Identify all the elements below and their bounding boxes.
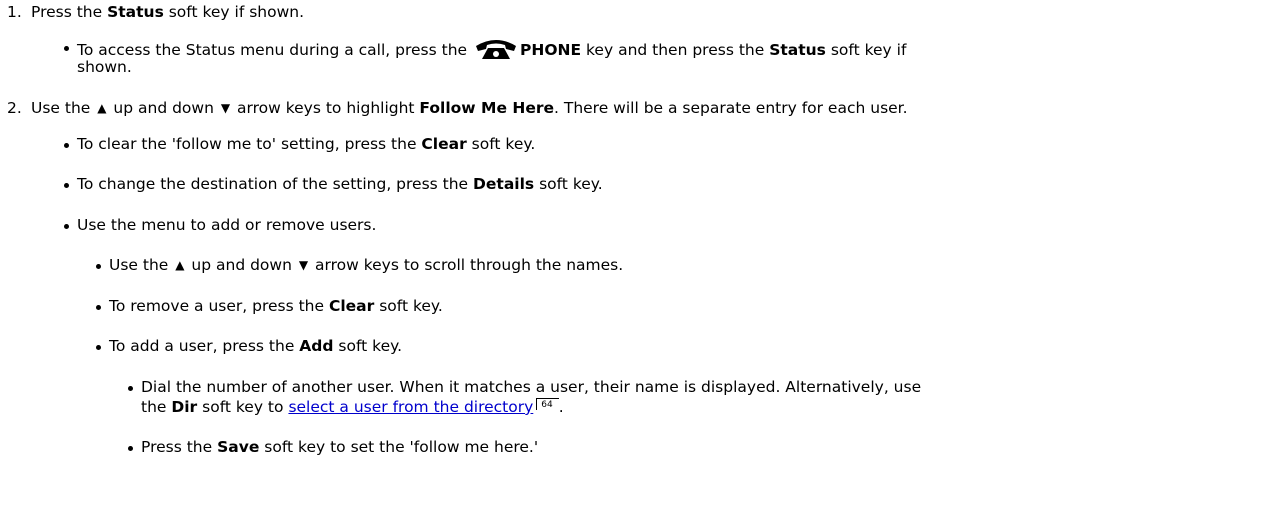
bullet [64, 224, 69, 229]
list-item: Use the ▲ up and down ▼ arrow keys to sc… [109, 256, 624, 274]
step-1-text: Press the Status soft key if shown. [31, 3, 305, 21]
list-item: Press the Save soft key to set the 'foll… [141, 438, 539, 456]
step-number: 2. [7, 99, 22, 117]
bullet [96, 264, 101, 269]
up-arrow-icon: ▲ [175, 258, 185, 272]
list-item: To add a user, press the Add soft key. [109, 337, 403, 355]
list-item: To change the destination of the setting… [77, 175, 603, 193]
phone-icon [474, 37, 518, 66]
bullet [96, 345, 101, 350]
list-item: Dial the number of another user. When it… [141, 378, 922, 396]
list-item: To access the Status menu during a call,… [77, 37, 906, 66]
bullet [64, 143, 69, 148]
down-arrow-icon: ▼ [220, 101, 231, 115]
list-item: Use the menu to add or remove users. [77, 216, 377, 234]
step-number: 1. [7, 3, 22, 21]
page-reference[interactable]: 64 [536, 398, 559, 410]
list-item-continuation: the Dir soft key to select a user from t… [141, 398, 564, 416]
up-arrow-icon: ▲ [97, 101, 107, 115]
list-item: To remove a user, press the Clear soft k… [109, 297, 443, 315]
step-2-text: Use the ▲ up and down ▼ arrow keys to hi… [31, 99, 908, 117]
list-item-continuation: shown. [77, 58, 132, 76]
directory-link[interactable]: select a user from the directory [288, 398, 533, 416]
bullet [128, 446, 133, 451]
down-arrow-icon: ▼ [298, 258, 309, 272]
list-item: To clear the 'follow me to' setting, pre… [77, 135, 536, 153]
bullet [96, 305, 101, 310]
bullet [128, 386, 133, 391]
bullet [64, 46, 69, 51]
bullet [64, 183, 69, 188]
